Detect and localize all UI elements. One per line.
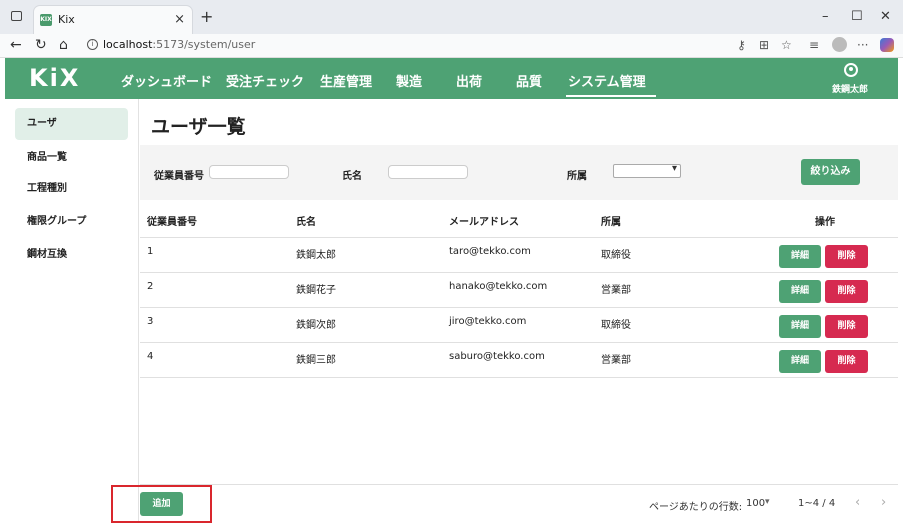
cell-email: jiro@tekko.com <box>449 316 527 327</box>
browser-tab[interactable]: KIX Kix × <box>33 5 193 34</box>
app-grid-icon[interactable]: ⊞ <box>759 38 769 52</box>
sidebar-item-products[interactable]: 商品一覧 <box>15 142 128 174</box>
url-text: localhost:5173/system/user <box>103 38 256 51</box>
current-user-name[interactable]: 鉄鋼太郎 <box>832 82 868 95</box>
pagination-range: 1~4 / 4 <box>798 498 836 509</box>
favorites-list-icon[interactable]: ≡ <box>809 38 819 52</box>
sidebar-item-permission-groups[interactable]: 権限グループ <box>15 206 128 238</box>
delete-button[interactable]: 削除 <box>825 350 868 373</box>
cell-name: 鉄鋼三郎 <box>296 355 336 366</box>
cell-dept: 営業部 <box>601 355 631 366</box>
prev-page-icon[interactable]: ‹ <box>855 495 860 510</box>
table-row: 4 鉄鋼三郎 saburo@tekko.com 営業部 詳細 削除 <box>140 343 898 378</box>
tab-actions-icon[interactable] <box>11 11 22 21</box>
name-input[interactable] <box>388 165 468 179</box>
employee-no-input[interactable] <box>209 165 289 179</box>
close-window-icon[interactable]: ✕ <box>880 9 891 24</box>
reload-icon[interactable]: ↻ <box>35 37 47 53</box>
copilot-icon[interactable] <box>880 38 894 52</box>
cell-employee-no: 1 <box>147 246 154 257</box>
address-bar: ← ↻ ⌂ i localhost:5173/system/user ⚷ ⊞ ☆… <box>0 34 903 58</box>
new-tab-icon[interactable]: + <box>200 7 213 26</box>
col-employee-no: 従業員番号 <box>147 217 197 228</box>
cell-dept: 営業部 <box>601 285 631 296</box>
maximize-icon[interactable]: ☐ <box>851 9 863 24</box>
nav-system-admin[interactable]: システム管理 <box>566 71 656 97</box>
cell-email: taro@tekko.com <box>449 246 531 257</box>
profile-avatar-icon[interactable] <box>832 37 847 52</box>
app-header: KiX ダッシュボード 受注チェック 生産管理 製造 出荷 品質 システム管理 … <box>5 58 898 99</box>
home-icon[interactable]: ⌂ <box>59 37 68 53</box>
sidebar-item-user[interactable]: ユーザ <box>15 108 128 140</box>
next-page-icon[interactable]: › <box>881 495 886 510</box>
favorite-star-icon[interactable]: ☆ <box>781 38 792 52</box>
sidebar: ユーザ 商品一覧 工程種別 権限グループ 鋼材互換 <box>5 99 139 523</box>
minimize-icon[interactable]: – <box>822 9 829 24</box>
cell-name: 鉄鋼花子 <box>296 285 336 296</box>
detail-button[interactable]: 詳細 <box>779 245 821 268</box>
detail-button[interactable]: 詳細 <box>779 315 821 338</box>
rows-per-page-select[interactable]: 100 <box>746 498 765 509</box>
cell-employee-no: 4 <box>147 351 154 362</box>
nav-shipping[interactable]: 出荷 <box>456 71 482 90</box>
url-field[interactable]: i localhost:5173/system/user <box>80 35 800 56</box>
cell-name: 鉄鋼次郎 <box>296 320 336 331</box>
table-row: 3 鉄鋼次郎 jiro@tekko.com 取締役 詳細 削除 <box>140 308 898 343</box>
table-footer: 追加 ページあたりの行数: 100 ▾ 1~4 / 4 ‹ › <box>140 484 898 523</box>
nav-quality[interactable]: 品質 <box>516 71 542 90</box>
rows-per-page-label: ページあたりの行数: <box>649 502 743 513</box>
col-dept: 所属 <box>601 217 621 228</box>
cell-employee-no: 3 <box>147 316 154 327</box>
kix-logo[interactable]: KiX <box>29 64 80 92</box>
filter-button[interactable]: 絞り込み <box>801 159 860 185</box>
table-header: 従業員番号 氏名 メールアドレス 所属 操作 <box>140 201 898 238</box>
page-title: ユーザ一覧 <box>151 116 246 138</box>
key-icon[interactable]: ⚷ <box>737 38 746 52</box>
nav-order-check[interactable]: 受注チェック <box>226 71 304 90</box>
sidebar-item-process-types[interactable]: 工程種別 <box>15 173 128 205</box>
nav-manufacturing[interactable]: 製造 <box>396 71 422 90</box>
col-name: 氏名 <box>296 217 316 228</box>
detail-button[interactable]: 詳細 <box>779 280 821 303</box>
col-email: メールアドレス <box>449 217 519 228</box>
cell-dept: 取締役 <box>601 320 631 331</box>
cell-employee-no: 2 <box>147 281 154 292</box>
user-icon[interactable] <box>844 63 858 77</box>
nav-production[interactable]: 生産管理 <box>320 71 372 90</box>
more-menu-icon[interactable]: ··· <box>857 38 868 52</box>
back-icon[interactable]: ← <box>10 37 22 53</box>
table-row: 2 鉄鋼花子 hanako@tekko.com 営業部 詳細 削除 <box>140 273 898 308</box>
cell-name: 鉄鋼太郎 <box>296 250 336 261</box>
tab-title: Kix <box>58 13 75 26</box>
delete-button[interactable]: 削除 <box>825 315 868 338</box>
table-row: 1 鉄鋼太郎 taro@tekko.com 取締役 詳細 削除 <box>140 238 898 273</box>
nav-dashboard[interactable]: ダッシュボード <box>121 71 212 90</box>
delete-button[interactable]: 削除 <box>825 280 868 303</box>
delete-button[interactable]: 削除 <box>825 245 868 268</box>
site-info-icon[interactable]: i <box>87 39 98 50</box>
browser-tab-bar: KIX Kix × + – ☐ ✕ <box>0 0 903 34</box>
name-label: 氏名 <box>342 171 362 182</box>
dept-select[interactable] <box>613 163 681 178</box>
sidebar-item-steel-compat[interactable]: 鋼材互換 <box>15 239 128 271</box>
employee-no-label: 従業員番号 <box>154 171 204 182</box>
cell-email: hanako@tekko.com <box>449 281 548 292</box>
highlight-box <box>111 485 212 523</box>
caret-down-icon[interactable]: ▾ <box>765 497 770 507</box>
dept-label: 所属 <box>567 171 587 182</box>
detail-button[interactable]: 詳細 <box>779 350 821 373</box>
cell-dept: 取締役 <box>601 250 631 261</box>
col-actions: 操作 <box>815 217 835 228</box>
filter-panel: 従業員番号 氏名 所属 絞り込み <box>140 145 898 200</box>
close-tab-icon[interactable]: × <box>174 12 185 27</box>
kix-favicon-icon: KIX <box>40 14 52 26</box>
cell-email: saburo@tekko.com <box>449 351 545 362</box>
